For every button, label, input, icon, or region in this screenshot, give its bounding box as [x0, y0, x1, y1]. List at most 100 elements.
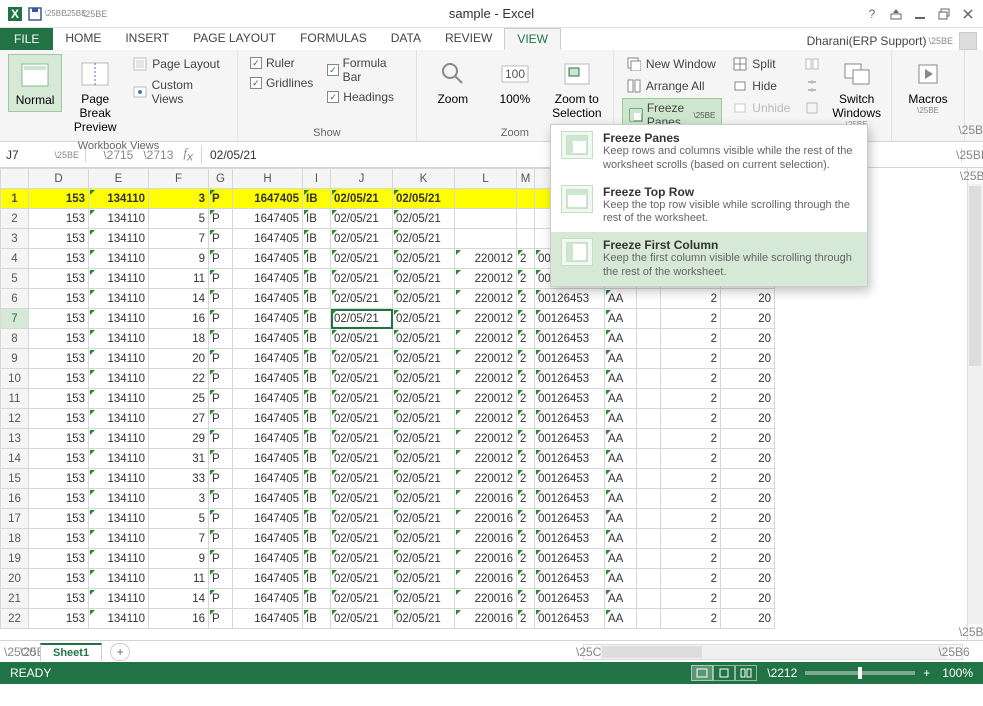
cell-M20[interactable]: 2 — [517, 569, 535, 589]
cell-E3[interactable]: 134110 — [89, 229, 149, 249]
row-header-20[interactable]: 20 — [1, 569, 29, 589]
cell-G18[interactable]: P — [209, 529, 233, 549]
cell-I22[interactable]: IB — [303, 609, 331, 629]
cell-O22[interactable]: AA — [605, 609, 637, 629]
cell-R6[interactable]: 20 — [721, 289, 775, 309]
cell-I13[interactable]: IB — [303, 429, 331, 449]
cell-G6[interactable]: P — [209, 289, 233, 309]
cell-J12[interactable]: 02/05/21 — [331, 409, 393, 429]
cell-N15[interactable]: 00126453 — [535, 469, 605, 489]
cell-F17[interactable]: 5 — [149, 509, 209, 529]
cell-N18[interactable]: 00126453 — [535, 529, 605, 549]
cell-G11[interactable]: P — [209, 389, 233, 409]
cell-K9[interactable]: 02/05/21 — [393, 349, 455, 369]
cell-L16[interactable]: 220016 — [455, 489, 517, 509]
cell-L19[interactable]: 220016 — [455, 549, 517, 569]
cell-Q16[interactable]: 2 — [661, 489, 721, 509]
cell-J17[interactable]: 02/05/21 — [331, 509, 393, 529]
cell-L10[interactable]: 220012 — [455, 369, 517, 389]
cell-M5[interactable]: 2 — [517, 269, 535, 289]
row-header-7[interactable]: 7 — [1, 309, 29, 329]
unhide-button[interactable]: Unhide — [728, 98, 794, 118]
add-sheet-button[interactable]: + — [110, 643, 130, 661]
cell-O10[interactable]: AA — [605, 369, 637, 389]
cell-M8[interactable]: 2 — [517, 329, 535, 349]
cell-H14[interactable]: 1647405 — [233, 449, 303, 469]
cell-Q18[interactable]: 2 — [661, 529, 721, 549]
cell-K20[interactable]: 02/05/21 — [393, 569, 455, 589]
cell-K7[interactable]: 02/05/21 — [393, 309, 455, 329]
cell-Q20[interactable]: 2 — [661, 569, 721, 589]
cell-Q8[interactable]: 2 — [661, 329, 721, 349]
cell-K13[interactable]: 02/05/21 — [393, 429, 455, 449]
page-layout-toggle[interactable] — [713, 665, 735, 681]
cell-D16[interactable]: 153 — [29, 489, 89, 509]
cell-I8[interactable]: IB — [303, 329, 331, 349]
cell-F18[interactable]: 7 — [149, 529, 209, 549]
cell-F2[interactable]: 5 — [149, 209, 209, 229]
col-header-M[interactable]: M — [517, 169, 535, 189]
cell-H18[interactable]: 1647405 — [233, 529, 303, 549]
cell-I4[interactable]: IB — [303, 249, 331, 269]
cell-J6[interactable]: 02/05/21 — [331, 289, 393, 309]
zoom-out-icon[interactable]: \2212 — [767, 666, 797, 680]
col-header-F[interactable]: F — [149, 169, 209, 189]
cell-F6[interactable]: 14 — [149, 289, 209, 309]
cell-R13[interactable]: 20 — [721, 429, 775, 449]
row-header-18[interactable]: 18 — [1, 529, 29, 549]
cell-R11[interactable]: 20 — [721, 389, 775, 409]
cell-I15[interactable]: IB — [303, 469, 331, 489]
cell-P18[interactable] — [637, 529, 661, 549]
cell-P9[interactable] — [637, 349, 661, 369]
cell-E21[interactable]: 134110 — [89, 589, 149, 609]
cell-E12[interactable]: 134110 — [89, 409, 149, 429]
cell-J8[interactable]: 02/05/21 — [331, 329, 393, 349]
cell-H16[interactable]: 1647405 — [233, 489, 303, 509]
cell-H19[interactable]: 1647405 — [233, 549, 303, 569]
cell-G12[interactable]: P — [209, 409, 233, 429]
cell-L20[interactable]: 220016 — [455, 569, 517, 589]
cell-F13[interactable]: 29 — [149, 429, 209, 449]
freeze-option-freeze-panes[interactable]: Freeze PanesKeep rows and columns visibl… — [551, 125, 867, 179]
cell-O15[interactable]: AA — [605, 469, 637, 489]
cell-M14[interactable]: 2 — [517, 449, 535, 469]
col-header-G[interactable]: G — [209, 169, 233, 189]
row-header-17[interactable]: 17 — [1, 509, 29, 529]
cell-G17[interactable]: P — [209, 509, 233, 529]
page-layout-button[interactable]: Page Layout — [128, 54, 229, 74]
cell-M18[interactable]: 2 — [517, 529, 535, 549]
cell-L17[interactable]: 220016 — [455, 509, 517, 529]
cell-E11[interactable]: 134110 — [89, 389, 149, 409]
cell-J15[interactable]: 02/05/21 — [331, 469, 393, 489]
cell-H6[interactable]: 1647405 — [233, 289, 303, 309]
cell-Q17[interactable]: 2 — [661, 509, 721, 529]
cell-E8[interactable]: 134110 — [89, 329, 149, 349]
normal-view-button[interactable]: Normal — [8, 54, 62, 112]
cell-K17[interactable]: 02/05/21 — [393, 509, 455, 529]
ribbon-tab-home[interactable]: HOME — [53, 28, 113, 50]
cell-D2[interactable]: 153 — [29, 209, 89, 229]
page-break-toggle[interactable] — [735, 665, 757, 681]
cell-R15[interactable]: 20 — [721, 469, 775, 489]
row-header-15[interactable]: 15 — [1, 469, 29, 489]
cell-H12[interactable]: 1647405 — [233, 409, 303, 429]
cell-D14[interactable]: 153 — [29, 449, 89, 469]
cell-Q6[interactable]: 2 — [661, 289, 721, 309]
cell-M7[interactable]: 2 — [517, 309, 535, 329]
cell-J3[interactable]: 02/05/21 — [331, 229, 393, 249]
cell-I14[interactable]: IB — [303, 449, 331, 469]
cell-I6[interactable]: IB — [303, 289, 331, 309]
cell-L14[interactable]: 220012 — [455, 449, 517, 469]
cell-F11[interactable]: 25 — [149, 389, 209, 409]
cell-K18[interactable]: 02/05/21 — [393, 529, 455, 549]
cell-K22[interactable]: 02/05/21 — [393, 609, 455, 629]
cell-O12[interactable]: AA — [605, 409, 637, 429]
cell-D7[interactable]: 153 — [29, 309, 89, 329]
cell-N14[interactable]: 00126453 — [535, 449, 605, 469]
ribbon-tab-review[interactable]: REVIEW — [433, 28, 504, 50]
zoom-button[interactable]: Zoom — [425, 54, 481, 110]
cell-J20[interactable]: 02/05/21 — [331, 569, 393, 589]
cell-P12[interactable] — [637, 409, 661, 429]
cell-M4[interactable]: 2 — [517, 249, 535, 269]
cell-R16[interactable]: 20 — [721, 489, 775, 509]
